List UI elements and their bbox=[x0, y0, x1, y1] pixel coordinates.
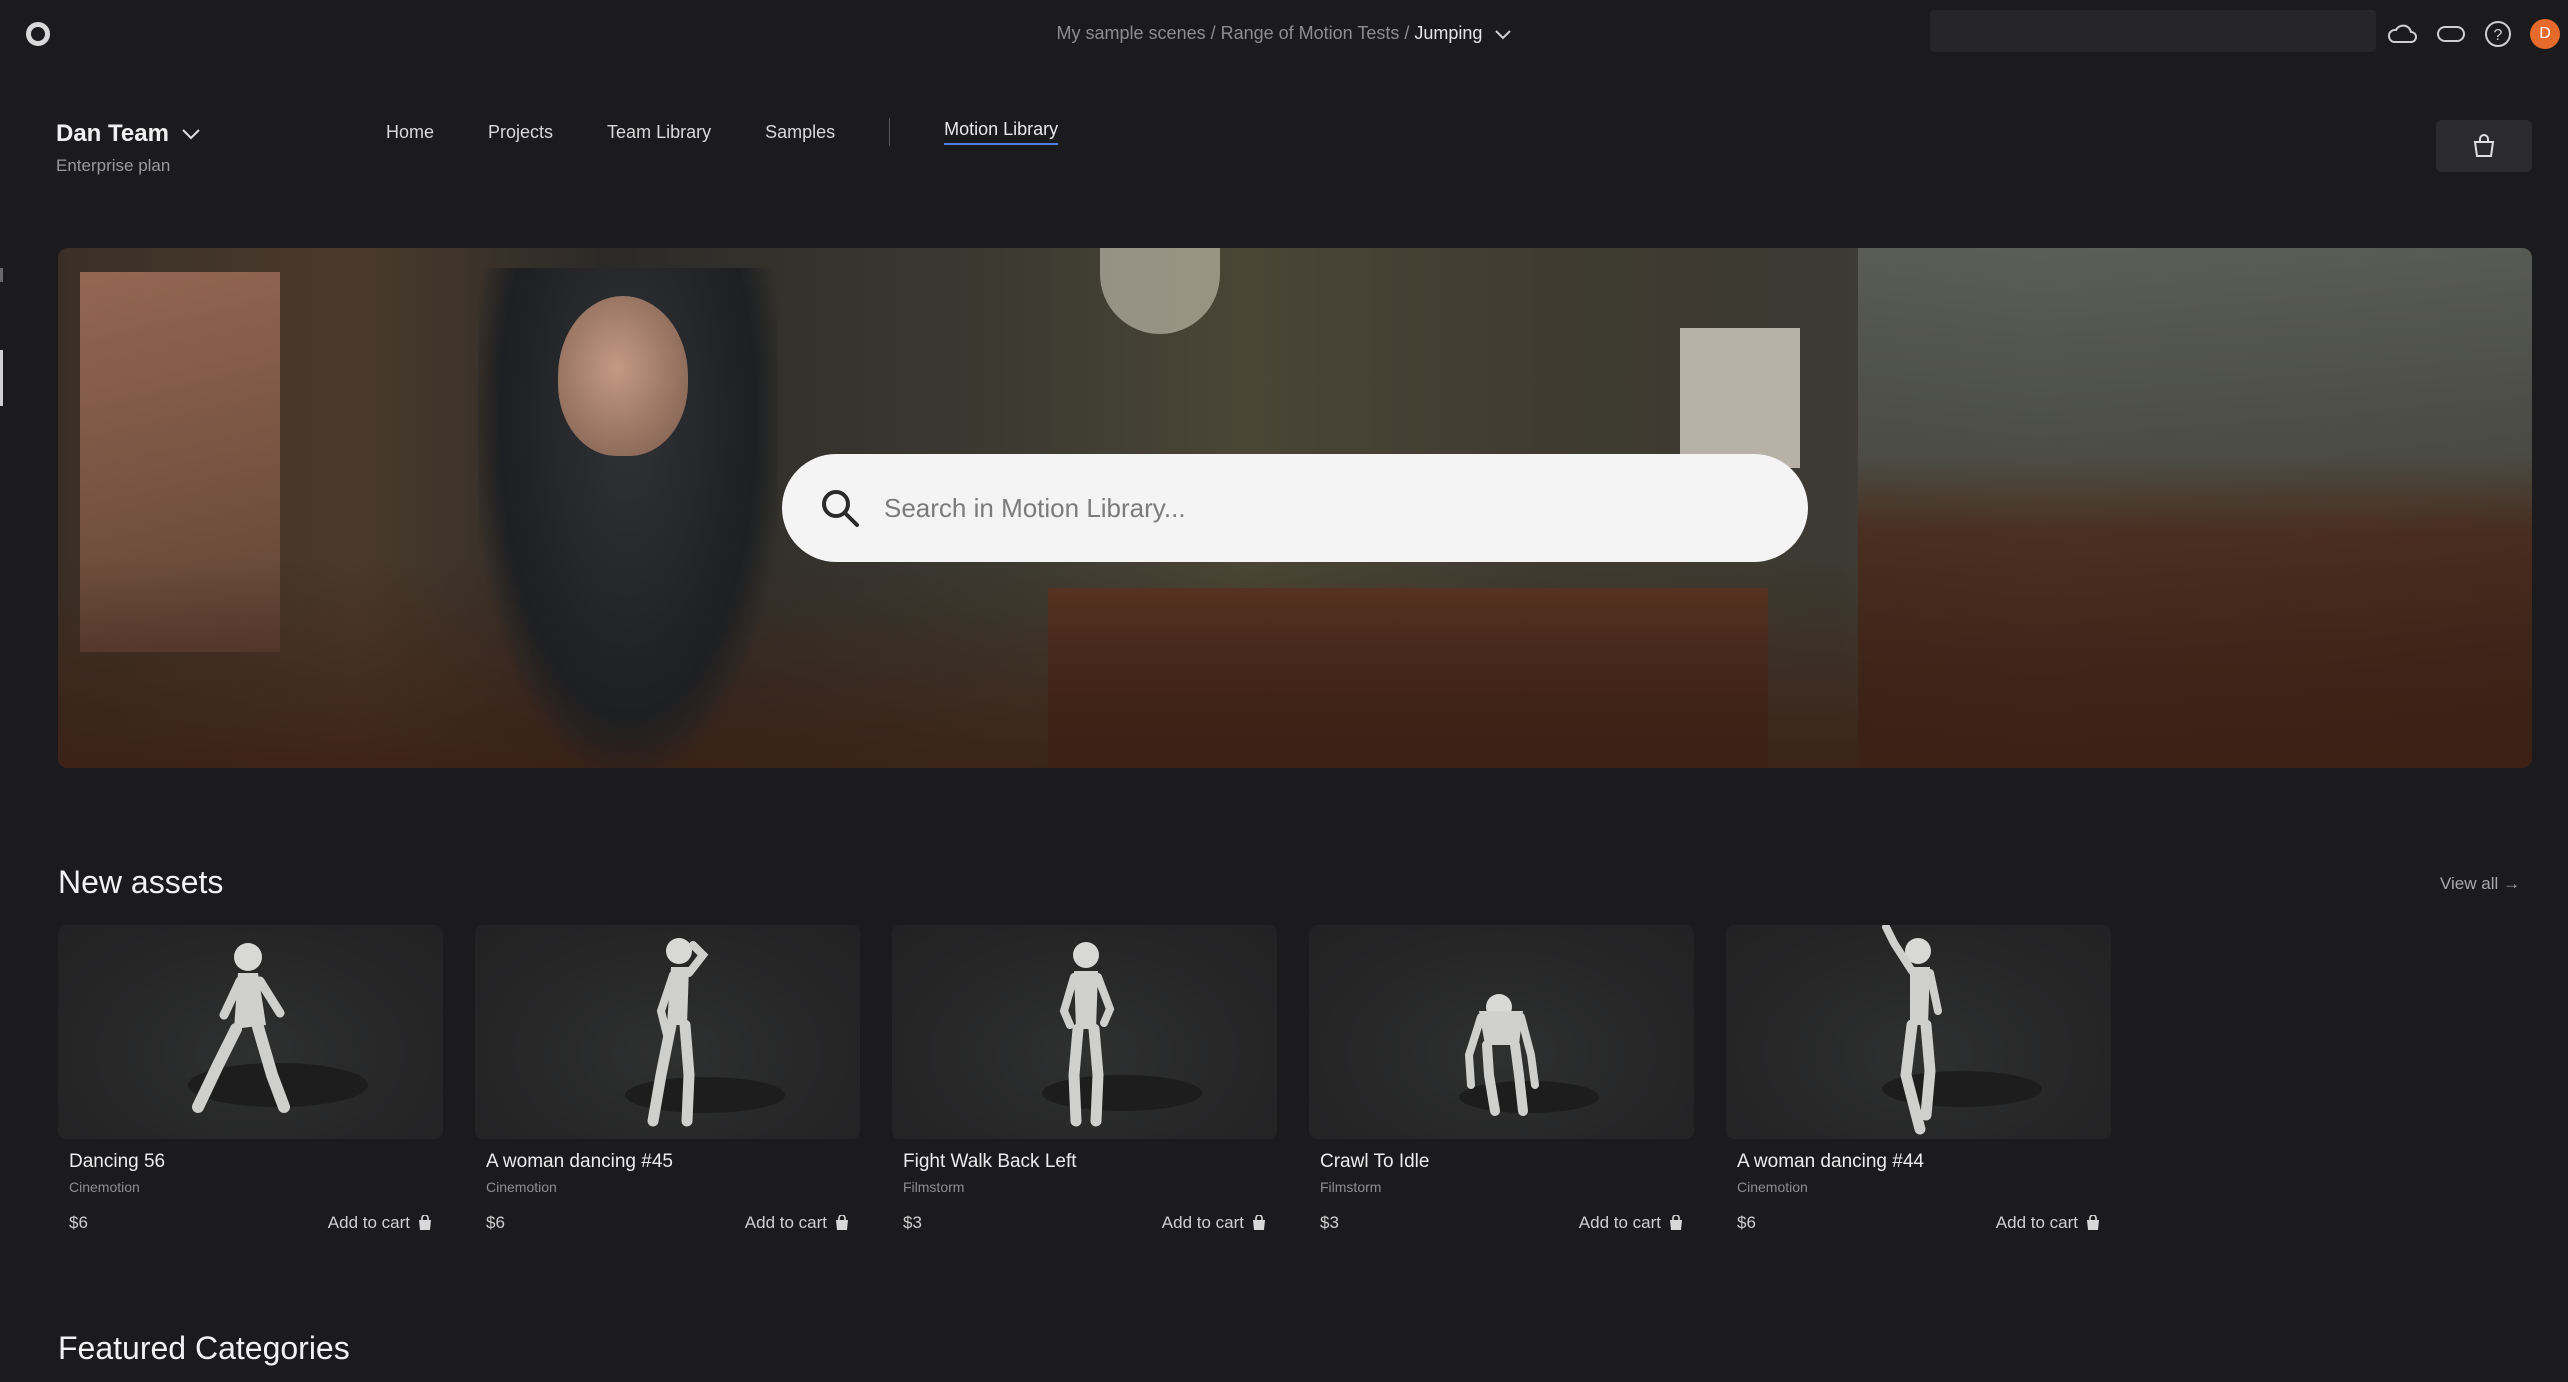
new-assets-list: Dancing 56 Cinemotion $6 Add to cart A w… bbox=[58, 925, 2111, 1233]
nav-divider bbox=[889, 118, 891, 146]
shopping-bag-icon bbox=[419, 1215, 431, 1230]
nav-motion-library[interactable]: Motion Library bbox=[944, 119, 1059, 145]
mannequin-figure bbox=[188, 943, 368, 1113]
nav-samples[interactable]: Samples bbox=[765, 122, 835, 143]
asset-title[interactable]: Crawl To Idle bbox=[1309, 1151, 1694, 1173]
add-to-cart-label: Add to cart bbox=[744, 1213, 827, 1232]
top-bar: My sample scenes / Range of Motion Tests… bbox=[0, 0, 2568, 68]
asset-price: $3 bbox=[1320, 1213, 1339, 1232]
asset-vendor: Filmstorm bbox=[903, 1179, 965, 1195]
asset-price: $6 bbox=[69, 1213, 88, 1232]
cart-button[interactable] bbox=[2436, 120, 2532, 172]
add-to-cart-label: Add to cart bbox=[327, 1213, 410, 1232]
team-plan: Enterprise plan bbox=[56, 156, 171, 175]
svg-text:?: ? bbox=[2494, 27, 2503, 44]
chevron-down-icon bbox=[181, 129, 200, 140]
asset-vendor: Filmstorm bbox=[1320, 1179, 1382, 1195]
asset-title[interactable]: Fight Walk Back Left bbox=[892, 1151, 1277, 1173]
asset-vendor: Cinemotion bbox=[69, 1179, 140, 1195]
team-switcher[interactable]: Dan Team bbox=[56, 120, 200, 148]
asset-vendor: Cinemotion bbox=[1737, 1179, 1808, 1195]
asset-thumbnail bbox=[58, 925, 443, 1139]
shopping-bag-icon bbox=[2473, 134, 2495, 157]
asset-thumbnail bbox=[1309, 925, 1694, 1139]
new-assets-title: New assets bbox=[58, 864, 224, 900]
asset-thumbnail bbox=[892, 925, 1277, 1139]
chevron-down-icon[interactable] bbox=[1495, 24, 1512, 45]
add-to-cart-label: Add to cart bbox=[1161, 1213, 1244, 1232]
breadcrumb-item-range[interactable]: Range of Motion Tests bbox=[1221, 23, 1400, 43]
asset-price: $6 bbox=[486, 1213, 505, 1232]
asset-card[interactable]: A woman dancing #45 Cinemotion $6 Add to… bbox=[475, 925, 860, 1233]
main-nav: Home Projects Team Library Samples Motio… bbox=[386, 118, 1059, 146]
asset-thumbnail bbox=[1726, 925, 2111, 1139]
headset-icon[interactable] bbox=[2436, 23, 2466, 45]
hero-character-face bbox=[558, 296, 688, 456]
asset-card[interactable]: Crawl To Idle Filmstorm $3 Add to cart bbox=[1309, 925, 1694, 1233]
asset-title[interactable]: A woman dancing #45 bbox=[475, 1151, 860, 1173]
mannequin-figure bbox=[625, 938, 785, 1127]
shopping-bag-icon bbox=[1670, 1215, 1682, 1230]
nav-team-library[interactable]: Team Library bbox=[607, 122, 711, 143]
hero-calendar-art bbox=[1680, 328, 1800, 468]
hero-floor-shade bbox=[58, 558, 2532, 768]
mannequin-figure bbox=[1042, 942, 1202, 1127]
asset-title[interactable]: Dancing 56 bbox=[58, 1151, 443, 1173]
mannequin-figure bbox=[1882, 925, 2042, 1135]
mannequin-figure bbox=[1459, 994, 1599, 1116]
asset-card[interactable]: Dancing 56 Cinemotion $6 Add to cart bbox=[58, 925, 443, 1233]
top-icons: ? D bbox=[2386, 16, 2560, 52]
breadcrumb-item-scenes[interactable]: My sample scenes bbox=[1057, 23, 1206, 43]
shopping-bag-icon bbox=[1253, 1215, 1265, 1230]
asset-price: $3 bbox=[903, 1213, 922, 1232]
view-all-link[interactable]: View all → bbox=[2440, 874, 2520, 894]
team-name: Dan Team bbox=[56, 120, 169, 147]
left-edge-indicator bbox=[0, 350, 3, 406]
help-icon[interactable]: ? bbox=[2484, 20, 2512, 48]
asset-card[interactable]: Fight Walk Back Left Filmstorm $3 Add to… bbox=[892, 925, 1277, 1233]
top-search-field[interactable] bbox=[1930, 10, 2376, 52]
nav-home[interactable]: Home bbox=[386, 122, 434, 143]
hero-clock-art bbox=[1100, 248, 1220, 334]
add-to-cart-label: Add to cart bbox=[1995, 1213, 2078, 1232]
asset-title[interactable]: A woman dancing #44 bbox=[1726, 1151, 2111, 1173]
add-to-cart-button[interactable]: Add to cart bbox=[1162, 1213, 1266, 1233]
asset-thumbnail bbox=[475, 925, 860, 1139]
add-to-cart-button[interactable]: Add to cart bbox=[1996, 1213, 2100, 1233]
breadcrumb-current[interactable]: Jumping bbox=[1414, 23, 1482, 43]
featured-categories-title: Featured Categories bbox=[58, 1330, 350, 1366]
motion-library-search[interactable] bbox=[782, 454, 1808, 562]
user-avatar[interactable]: D bbox=[2530, 19, 2560, 49]
asset-card[interactable]: A woman dancing #44 Cinemotion $6 Add to… bbox=[1726, 925, 2111, 1233]
add-to-cart-label: Add to cart bbox=[1578, 1213, 1661, 1232]
shopping-bag-icon bbox=[2087, 1215, 2099, 1230]
nav-projects[interactable]: Projects bbox=[488, 122, 553, 143]
motion-library-search-input[interactable] bbox=[884, 492, 1764, 524]
breadcrumb-separator: / bbox=[1205, 23, 1221, 43]
cloud-icon[interactable] bbox=[2386, 22, 2418, 46]
add-to-cart-button[interactable]: Add to cart bbox=[1579, 1213, 1683, 1233]
asset-vendor: Cinemotion bbox=[486, 1179, 557, 1195]
breadcrumb-separator: / bbox=[1399, 23, 1415, 43]
search-icon bbox=[822, 490, 859, 527]
add-to-cart-button[interactable]: Add to cart bbox=[328, 1213, 432, 1233]
left-edge-mark bbox=[0, 268, 3, 282]
add-to-cart-button[interactable]: Add to cart bbox=[745, 1213, 849, 1233]
asset-price: $6 bbox=[1737, 1213, 1756, 1232]
shopping-bag-icon bbox=[836, 1215, 848, 1230]
